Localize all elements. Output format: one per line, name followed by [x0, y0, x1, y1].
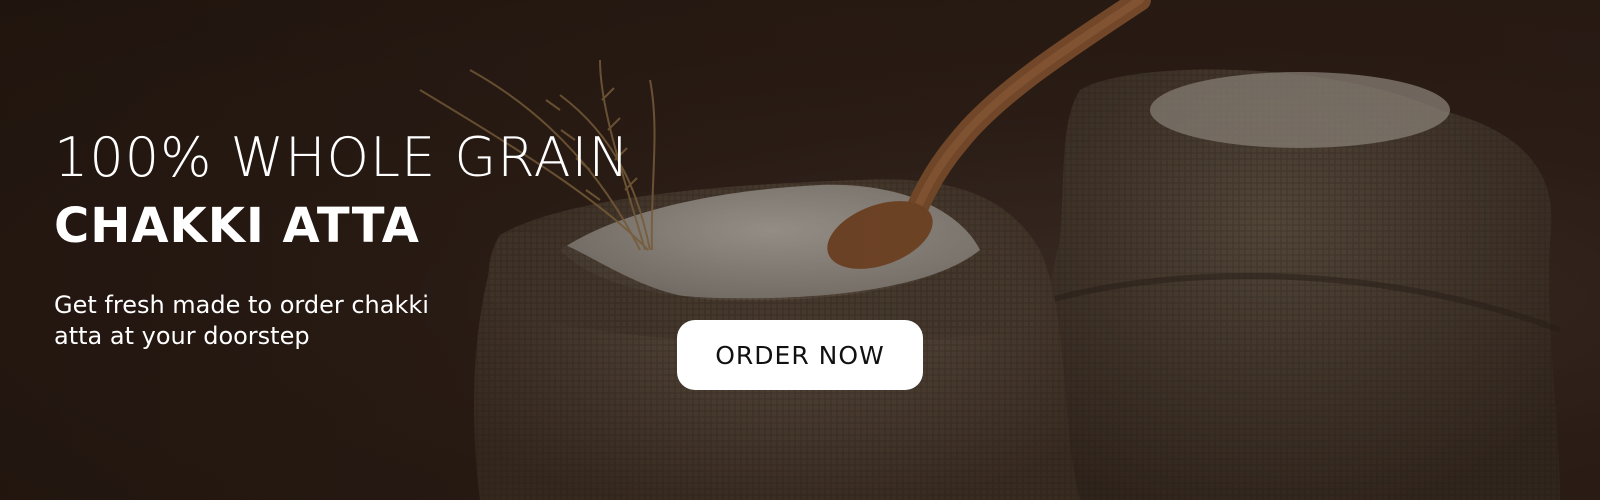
headline-primary: 100% WHOLE GRAIN — [54, 126, 630, 189]
order-now-button[interactable]: ORDER NOW — [677, 320, 923, 390]
hero-banner: 100% WHOLE GRAIN CHAKKI ATTA Get fresh m… — [0, 0, 1600, 500]
subtitle-line-1: Get fresh made to order chakki — [54, 291, 429, 319]
subtitle-line-2: atta at your doorstep — [54, 322, 310, 350]
hero-subtitle: Get fresh made to order chakki atta at y… — [54, 290, 494, 352]
headline-product: CHAKKI ATTA — [54, 198, 420, 254]
